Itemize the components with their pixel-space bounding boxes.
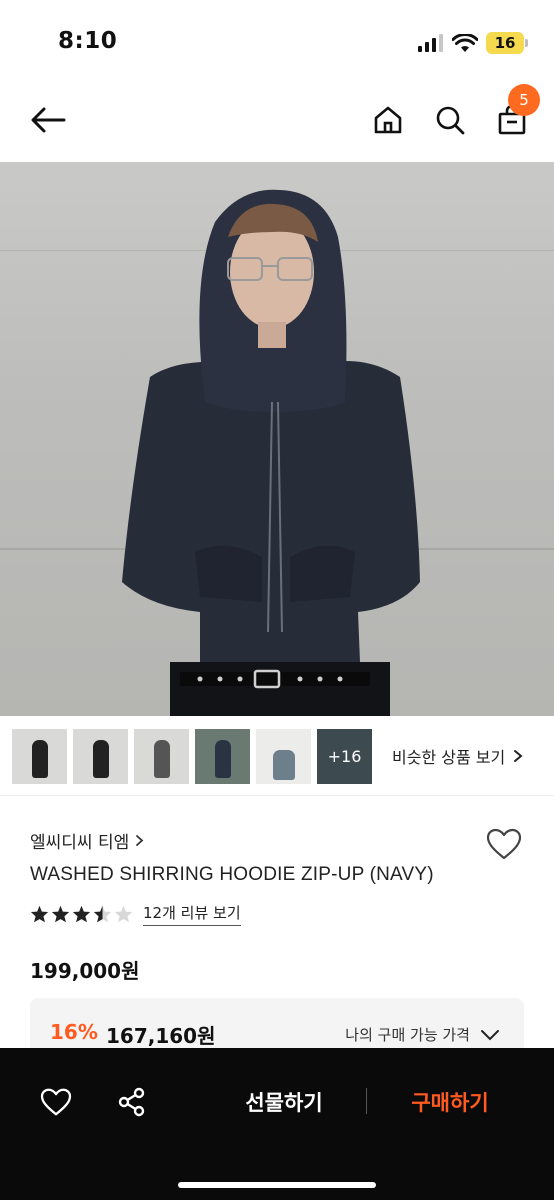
bottom-action-bar: 선물하기 구매하기 bbox=[0, 1048, 554, 1200]
home-button[interactable] bbox=[366, 98, 410, 142]
back-button[interactable] bbox=[26, 98, 70, 142]
chevron-right-icon bbox=[136, 835, 144, 846]
star-half-icon bbox=[93, 905, 112, 923]
product-title: WASHED SHIRRING HOODIE ZIP-UP (NAVY) bbox=[30, 864, 434, 885]
heart-outline-icon bbox=[486, 828, 522, 860]
my-price-toggle[interactable]: 나의 구매 가능 가격 bbox=[345, 1024, 500, 1045]
star-icon bbox=[51, 905, 70, 923]
discounted-price: 167,160원 bbox=[106, 1024, 216, 1048]
star-icon bbox=[72, 905, 91, 923]
heart-outline-icon bbox=[40, 1088, 72, 1116]
rating-row: 12개 리뷰 보기 bbox=[30, 902, 241, 926]
model-wearing-hoodie-image bbox=[122, 189, 420, 716]
battery-indicator: 16 bbox=[486, 32, 528, 54]
thumbnail-strip: +16 비슷한 상품 보기 bbox=[12, 728, 542, 784]
discount-rate: 16% bbox=[50, 1020, 98, 1044]
brand-name: 엘씨디씨 티엠 bbox=[30, 833, 130, 853]
review-link[interactable]: 12개 리뷰 보기 bbox=[143, 902, 241, 926]
home-icon bbox=[374, 106, 402, 134]
thumbnail-image[interactable] bbox=[12, 728, 67, 784]
chevron-right-icon bbox=[514, 750, 523, 762]
similar-products-label: 비슷한 상품 보기 bbox=[392, 748, 506, 767]
status-time: 8:10 bbox=[58, 28, 118, 54]
thumbnail-image[interactable] bbox=[134, 728, 189, 784]
star-rating bbox=[30, 905, 133, 923]
star-icon bbox=[30, 905, 49, 923]
more-images-button[interactable]: +16 bbox=[317, 728, 372, 784]
button-separator bbox=[366, 1088, 367, 1114]
cart-count-badge: 5 bbox=[508, 84, 540, 116]
top-navigation bbox=[0, 80, 554, 162]
search-button[interactable] bbox=[428, 98, 472, 142]
bottom-wishlist-button[interactable] bbox=[36, 1082, 76, 1122]
my-price-label: 나의 구매 가능 가격 bbox=[345, 1026, 470, 1044]
chevron-down-icon bbox=[481, 1029, 499, 1040]
share-icon bbox=[118, 1087, 145, 1117]
divider bbox=[0, 795, 554, 796]
brand-link[interactable]: 엘씨디씨 티엠 bbox=[30, 828, 144, 853]
product-main-image[interactable] bbox=[0, 162, 554, 716]
search-icon bbox=[436, 106, 465, 135]
original-price: 199,000원 bbox=[30, 959, 140, 983]
gift-button[interactable]: 선물하기 bbox=[214, 1082, 354, 1122]
buy-button[interactable]: 구매하기 bbox=[380, 1082, 520, 1122]
wifi-icon bbox=[452, 33, 478, 52]
back-arrow-icon bbox=[31, 107, 66, 133]
status-icons: 16 bbox=[418, 32, 528, 54]
thumbnail-image[interactable] bbox=[73, 728, 128, 784]
wishlist-button[interactable] bbox=[484, 826, 524, 862]
share-button[interactable] bbox=[112, 1082, 152, 1122]
cellular-signal-icon bbox=[418, 34, 443, 52]
star-icon bbox=[114, 905, 133, 923]
home-indicator bbox=[178, 1182, 376, 1188]
thumbnail-image[interactable] bbox=[195, 728, 250, 784]
similar-products-link[interactable]: 비슷한 상품 보기 bbox=[392, 744, 523, 768]
status-bar: 8:10 16 bbox=[0, 0, 554, 80]
thumbnail-image[interactable] bbox=[256, 728, 311, 784]
